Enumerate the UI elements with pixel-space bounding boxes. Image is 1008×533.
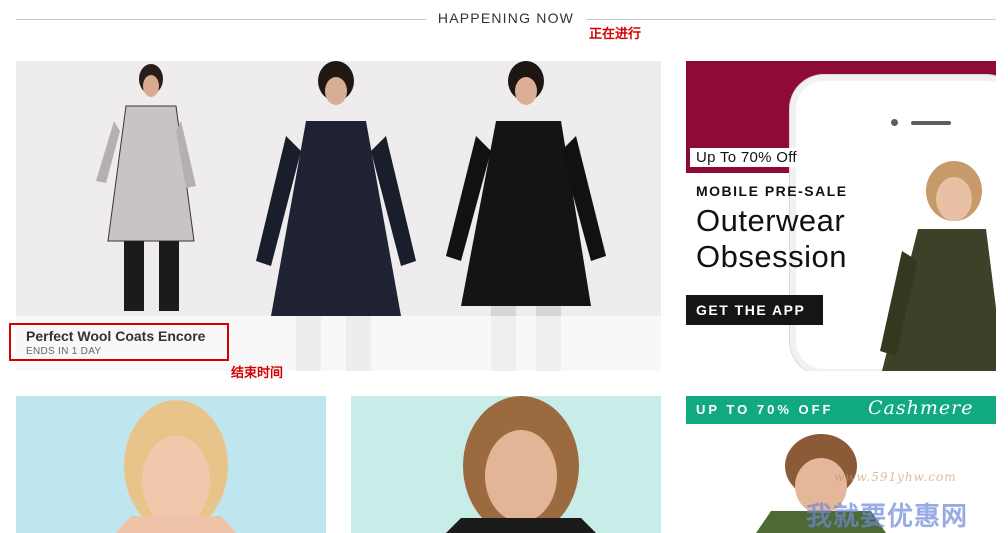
- annotation-happening-now: 正在进行: [589, 27, 642, 42]
- section-title: HAPPENING NOW: [437, 10, 575, 26]
- promo-kicker: MOBILE PRE-SALE: [696, 183, 848, 199]
- model-houndstooth-coat: [96, 64, 196, 311]
- tile-2-image: [446, 396, 596, 533]
- tile-1-image: [116, 400, 236, 533]
- promo-deal-label: Up To 70% Off: [690, 148, 803, 167]
- get-the-app-button[interactable]: GET THE APP: [686, 295, 823, 325]
- promo-headline-line2: Obsession: [696, 239, 847, 274]
- event-tile-1[interactable]: [16, 396, 326, 533]
- promo-headline: Outerwear Obsession: [696, 203, 847, 275]
- app-promo-card[interactable]: Up To 70% Off MOBILE PRE-SALE Outerwear …: [686, 61, 996, 371]
- promo-headline-line1: Outerwear: [696, 203, 846, 238]
- event-tile-2[interactable]: [351, 396, 661, 533]
- annotation-highlight-box: [9, 323, 229, 361]
- annotation-end-time: 结束时间: [231, 366, 284, 381]
- watermark-url: www.591yhw.com: [834, 470, 957, 484]
- header-rule-right: [586, 19, 996, 20]
- header-rule-left: [16, 19, 426, 20]
- watermark-logo: 我就要优惠网: [806, 502, 969, 532]
